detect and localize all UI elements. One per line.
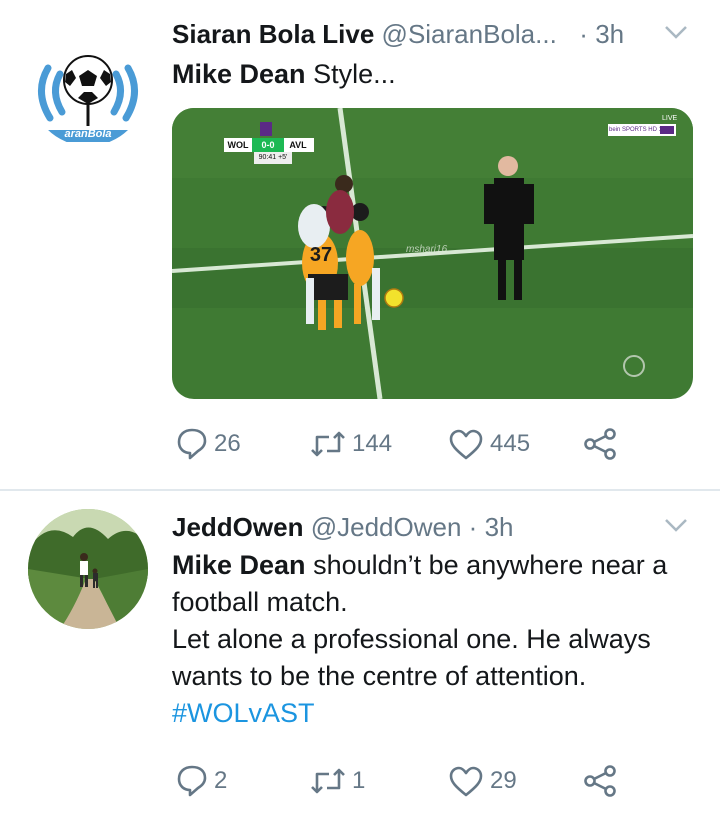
retweet-icon bbox=[311, 768, 345, 794]
separator-dot: · bbox=[579, 19, 588, 49]
scoreboard-home: WOL bbox=[227, 140, 249, 150]
share-icon bbox=[584, 428, 616, 460]
player-number: 37 bbox=[309, 244, 333, 266]
reply-button[interactable]: 26 bbox=[176, 424, 241, 464]
tweet-actions: 2 1 29 bbox=[172, 761, 642, 801]
tweet[interactable]: aranBola Siaran Bola Live @SiaranBola...… bbox=[0, 0, 720, 490]
tweet-header: Siaran Bola Live @SiaranBola... · 3h bbox=[172, 16, 690, 52]
share-button[interactable] bbox=[582, 761, 618, 801]
avatar[interactable] bbox=[28, 509, 148, 629]
avatar-text: aranBola bbox=[64, 128, 112, 140]
tweet-header: JeddOwen @JeddOwen · 3h bbox=[172, 509, 690, 545]
reply-count: 2 bbox=[214, 767, 228, 794]
mention-text: Mike Dean bbox=[172, 59, 306, 89]
like-button[interactable]: 445 bbox=[448, 424, 530, 464]
like-count: 445 bbox=[490, 430, 531, 457]
scoreboard-score: 0-0 bbox=[261, 140, 275, 150]
tweet[interactable]: JeddOwen @JeddOwen · 3h Mike Dean should… bbox=[0, 491, 720, 830]
tweet-text-line: wants to be the centre of attention. bbox=[172, 661, 587, 691]
avatar[interactable]: aranBola bbox=[30, 30, 146, 146]
media-image[interactable]: WOL 0-0 AVL 90:41 +5' bein SPORTS HD 1 L… bbox=[172, 108, 693, 399]
tweet-text-content: Style... bbox=[305, 59, 396, 89]
live-label: LIVE bbox=[662, 115, 678, 122]
tweet-text: Mike Dean Style... bbox=[172, 56, 692, 93]
hashtag-link[interactable]: #WOLvAST bbox=[172, 695, 692, 732]
scoreboard-clock-row: 90:41 +5' bbox=[254, 152, 292, 164]
separator-dot: · bbox=[468, 512, 478, 542]
timestamp[interactable]: 3h bbox=[485, 512, 514, 542]
mention-text: Mike Dean bbox=[172, 550, 306, 580]
retweet-icon bbox=[311, 431, 345, 457]
retweet-button[interactable]: 1 bbox=[310, 761, 365, 801]
heart-icon bbox=[449, 429, 483, 460]
like-button[interactable]: 29 bbox=[448, 761, 517, 801]
tweet-text-line: football match. bbox=[172, 587, 348, 617]
chevron-down-icon[interactable] bbox=[662, 22, 690, 42]
broadcaster-logo: bein SPORTS HD 1 bbox=[609, 127, 662, 133]
tweet-text-line: Mike Dean shouldn’t be anywhere near a bbox=[172, 547, 692, 584]
tweet-actions: 26 144 445 bbox=[172, 424, 642, 464]
retweet-count: 144 bbox=[352, 430, 393, 457]
timestamp[interactable]: 3h bbox=[595, 19, 624, 49]
display-name[interactable]: JeddOwen bbox=[172, 512, 303, 542]
tweet-text-line: Let alone a professional one. He always bbox=[172, 624, 651, 654]
retweet-button[interactable]: 144 bbox=[310, 424, 392, 464]
reply-icon bbox=[177, 428, 207, 460]
tweet-text: Mike Dean shouldn’t be anywhere near a f… bbox=[172, 547, 692, 732]
scoreboard-away: AVL bbox=[289, 140, 307, 150]
reply-icon bbox=[177, 765, 207, 797]
like-count: 29 bbox=[490, 767, 517, 794]
share-button[interactable] bbox=[582, 424, 618, 464]
share-icon bbox=[584, 765, 616, 797]
handle[interactable]: @SiaranBola... bbox=[382, 19, 557, 49]
chevron-down-icon[interactable] bbox=[662, 515, 690, 535]
retweet-count: 1 bbox=[352, 767, 366, 794]
heart-icon bbox=[449, 766, 483, 797]
tweet-text-content: shouldn’t be anywhere near a bbox=[305, 550, 668, 580]
scoreboard-added-time: +5' bbox=[278, 154, 288, 161]
reply-button[interactable]: 2 bbox=[176, 761, 227, 801]
video-watermark: mshari16 bbox=[406, 244, 448, 255]
handle[interactable]: @JeddOwen bbox=[311, 512, 462, 542]
reply-count: 26 bbox=[214, 430, 241, 457]
display-name[interactable]: Siaran Bola Live bbox=[172, 19, 374, 49]
scoreboard-clock: 90:41 bbox=[258, 154, 277, 161]
